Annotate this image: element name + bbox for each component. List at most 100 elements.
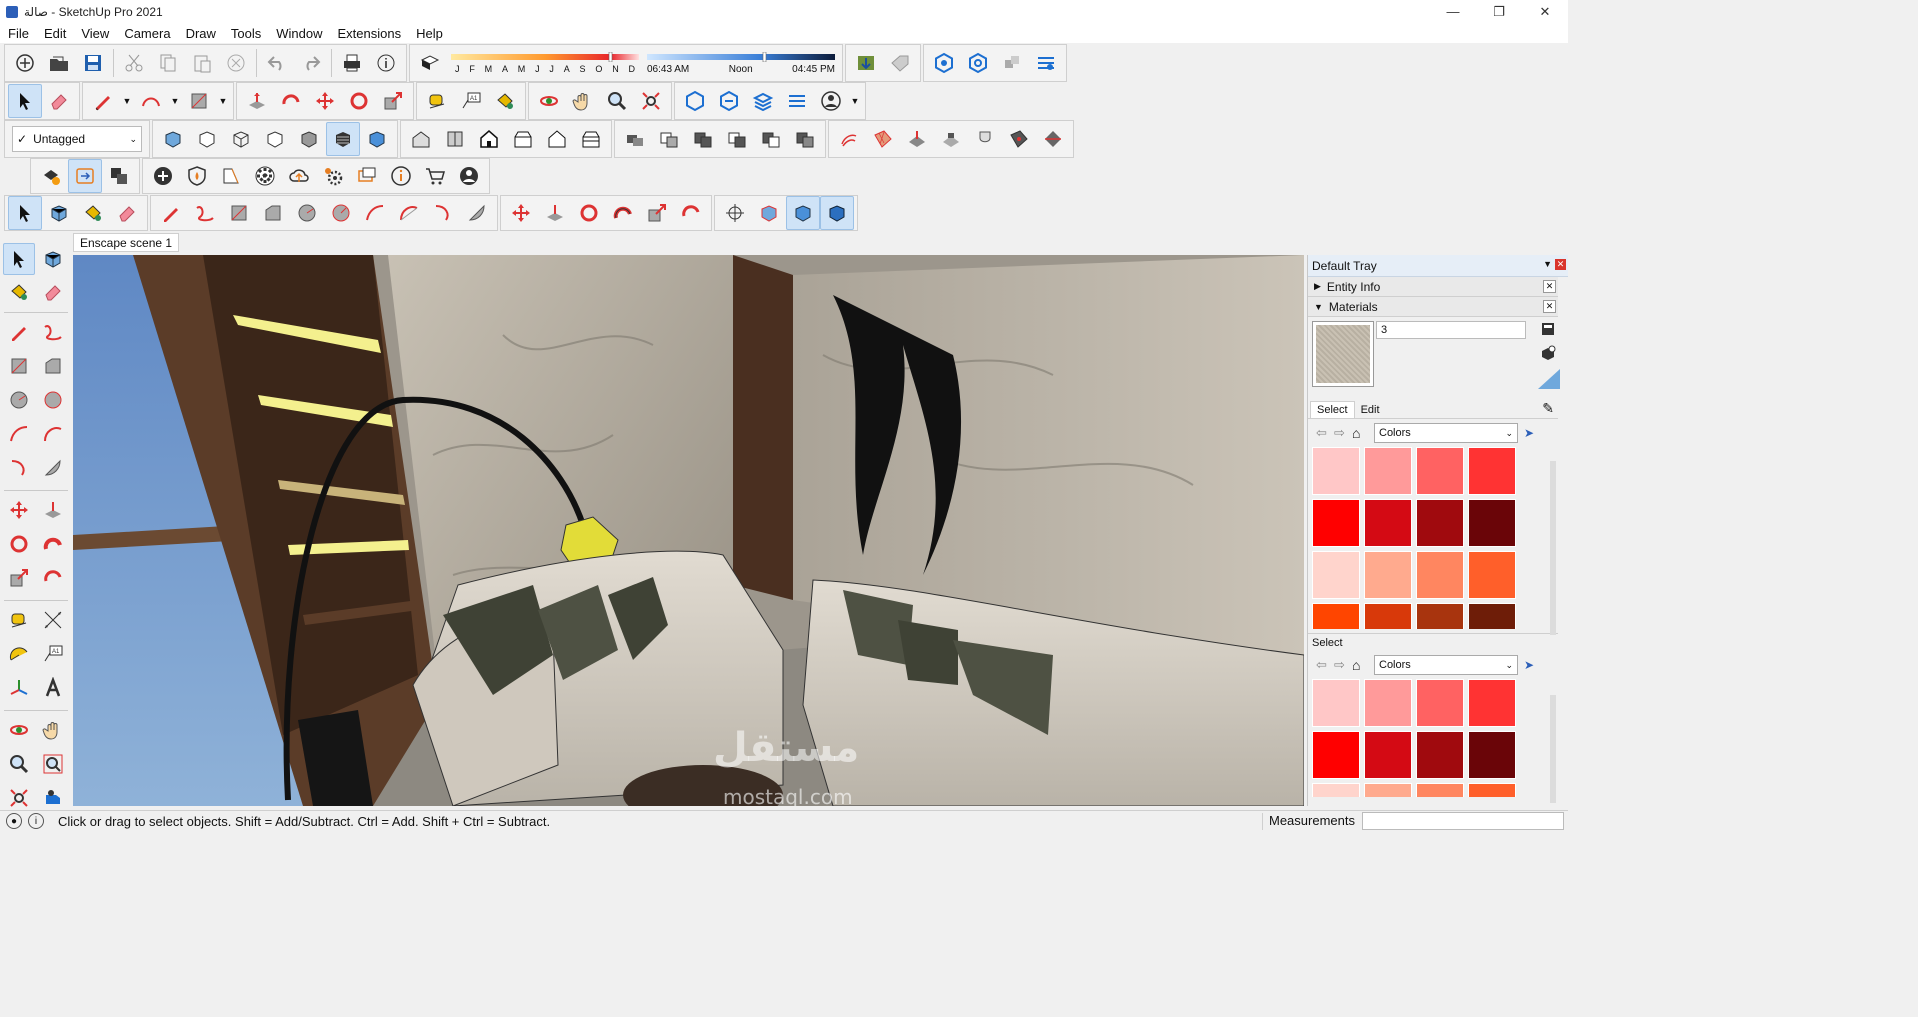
rotated-rectangle-button[interactable]	[256, 196, 290, 230]
arc-button-2[interactable]	[358, 196, 392, 230]
color-swatch[interactable]	[1364, 447, 1412, 495]
color-swatch[interactable]	[1416, 603, 1464, 629]
section-plane-button[interactable]	[718, 196, 752, 230]
tag-dropdown[interactable]: ✓ Untagged ⌄	[12, 126, 142, 152]
flip-edge-button[interactable]	[1036, 122, 1070, 156]
material-name-field[interactable]: 3	[1376, 321, 1526, 339]
offset-button[interactable]	[674, 196, 708, 230]
model-viewport[interactable]: مستقل mostaql.com	[73, 255, 1304, 806]
dimension-tool[interactable]	[37, 604, 69, 636]
checker-button[interactable]	[248, 159, 282, 193]
color-swatch[interactable]	[1312, 603, 1360, 629]
rectangle-button-2[interactable]	[222, 196, 256, 230]
tape-measure-tool[interactable]	[3, 604, 35, 636]
details-arrow-icon[interactable]: ➤	[1524, 426, 1534, 440]
drape-button[interactable]	[968, 122, 1002, 156]
push-pull-button-2[interactable]	[538, 196, 572, 230]
component-attributes-button[interactable]	[102, 159, 136, 193]
pie-tool[interactable]	[37, 452, 69, 484]
line-tool[interactable]	[3, 316, 35, 348]
add-location-button[interactable]	[146, 159, 180, 193]
enscape-sync-button[interactable]	[961, 46, 995, 80]
instructor-info-icon[interactable]: i	[28, 813, 44, 829]
three-point-arc-tool[interactable]	[3, 452, 35, 484]
menu-edit[interactable]: Edit	[36, 26, 73, 41]
forward-arrow-icon[interactable]: ⇨	[1334, 657, 1352, 673]
line-dropdown-button[interactable]: ▼	[120, 84, 134, 118]
enscape-views-button[interactable]	[995, 46, 1029, 80]
union-button[interactable]	[686, 122, 720, 156]
eraser-button-2[interactable]	[110, 196, 144, 230]
trim-button[interactable]	[754, 122, 788, 156]
shaded-button[interactable]	[292, 122, 326, 156]
scale-button-2[interactable]	[640, 196, 674, 230]
undo-button[interactable]	[260, 46, 294, 80]
store-button[interactable]	[418, 159, 452, 193]
text-tool[interactable]: A1	[37, 638, 69, 670]
arc-dropdown-button[interactable]: ▼	[168, 84, 182, 118]
menu-camera[interactable]: Camera	[116, 26, 177, 41]
material-thumbnail[interactable]	[1312, 321, 1374, 387]
color-swatch[interactable]	[1416, 447, 1464, 495]
color-swatch[interactable]	[1364, 499, 1412, 547]
back-arrow-icon[interactable]: ⇦	[1316, 425, 1334, 441]
color-swatch[interactable]	[1416, 499, 1464, 547]
zoom-tool[interactable]	[3, 748, 35, 780]
add-detail-button[interactable]	[1002, 122, 1036, 156]
menu-help[interactable]: Help	[408, 26, 450, 41]
text-tool-button[interactable]: A1	[454, 84, 488, 118]
color-swatch[interactable]	[1468, 731, 1516, 779]
menu-tools[interactable]: Tools	[223, 26, 268, 41]
polygon-tool[interactable]	[37, 384, 69, 416]
outer-shell-button[interactable]	[618, 122, 652, 156]
geo-location-status-icon[interactable]: ●	[6, 813, 22, 829]
push-pull-tool[interactable]	[37, 494, 69, 526]
follow-me-button[interactable]	[274, 84, 308, 118]
tab-edit[interactable]: Edit	[1355, 402, 1386, 418]
shadow-time-slider[interactable]: 06:43 AM Noon 04:45 PM	[643, 45, 839, 81]
enscape-settings-button[interactable]	[1029, 46, 1063, 80]
select-tool-button[interactable]	[8, 84, 42, 118]
secondary-library-dropdown[interactable]: Colors ⌄	[1374, 655, 1518, 675]
freehand-tool[interactable]	[37, 316, 69, 348]
color-swatch[interactable]	[1416, 731, 1464, 779]
color-swatch[interactable]	[1364, 783, 1412, 797]
photo-texture-button[interactable]	[214, 159, 248, 193]
model-info-button[interactable]	[369, 46, 403, 80]
tray-close-icon[interactable]: ✕	[1555, 259, 1566, 270]
eraser-tool-button[interactable]	[42, 84, 76, 118]
pie-button[interactable]	[460, 196, 494, 230]
smoove-button[interactable]	[900, 122, 934, 156]
paint-tool[interactable]	[3, 276, 35, 308]
enscape-config-button[interactable]	[780, 84, 814, 118]
close-panel-icon[interactable]: ✕	[1543, 300, 1556, 313]
shaded-textures-button[interactable]	[326, 122, 360, 156]
color-swatch[interactable]	[1416, 551, 1464, 599]
paste-button[interactable]	[185, 46, 219, 80]
swatch-scrollbar[interactable]	[1550, 461, 1556, 635]
rotated-rectangle-tool[interactable]	[37, 350, 69, 382]
split-button[interactable]	[788, 122, 822, 156]
make-component-button[interactable]	[42, 196, 76, 230]
color-swatch[interactable]	[1312, 783, 1360, 797]
redo-button[interactable]	[294, 46, 328, 80]
follow-me-tool[interactable]	[37, 528, 69, 560]
color-swatch[interactable]	[1468, 603, 1516, 629]
color-swatch[interactable]	[1468, 447, 1516, 495]
entity-info-panel-header[interactable]: ▶ Entity Info ✕	[1308, 277, 1558, 297]
swatch-scrollbar-secondary[interactable]	[1550, 695, 1556, 803]
account-button[interactable]	[814, 84, 848, 118]
two-point-arc-tool[interactable]	[37, 418, 69, 450]
enscape-start-button[interactable]	[927, 46, 961, 80]
rotate-tool[interactable]	[3, 528, 35, 560]
color-swatch[interactable]	[1312, 679, 1360, 727]
intersect-button[interactable]	[652, 122, 686, 156]
account-dropdown-button[interactable]: ▼	[848, 84, 862, 118]
close-button[interactable]: ✕	[1522, 0, 1568, 23]
rectangle-tool[interactable]	[3, 350, 35, 382]
move-button-2[interactable]	[504, 196, 538, 230]
section-fill-button[interactable]	[820, 196, 854, 230]
forward-arrow-icon[interactable]: ⇨	[1334, 425, 1352, 441]
paint-bucket-button[interactable]	[488, 84, 522, 118]
3d-warehouse-button[interactable]	[849, 46, 883, 80]
